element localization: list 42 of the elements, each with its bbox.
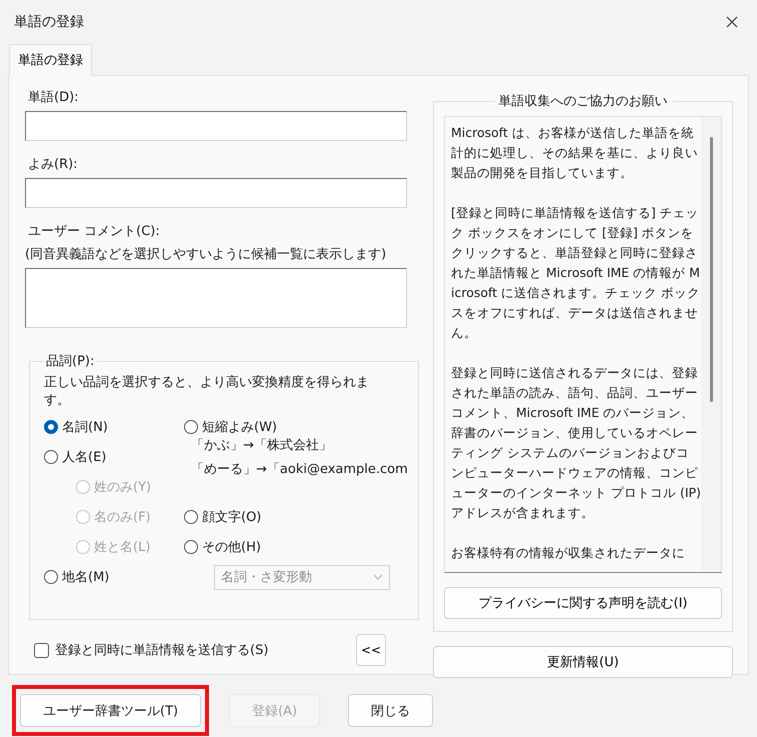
example-text: 「かぶ」→「株式会社」 bbox=[191, 437, 333, 454]
option-label: 名詞(N) bbox=[62, 419, 108, 436]
paragraph: Microsoft は、お客様が送信した単語を統計的に処理し、その結果を基に、より良い製品の開発を目指しています。 bbox=[451, 124, 699, 182]
input-field[interactable] bbox=[25, 111, 407, 141]
example-text: 「めーる」→「aoki@example.com bbox=[191, 461, 408, 478]
option-label: その他(H) bbox=[202, 539, 261, 556]
radio-option[interactable]: 短縮よみ(W) bbox=[184, 418, 408, 436]
option-label: 名のみ(F) bbox=[94, 509, 151, 526]
update-button[interactable]: 更新情報(U) bbox=[433, 646, 733, 678]
tab[interactable]: 単語の登録 bbox=[9, 44, 92, 76]
option-label: 人名(E) bbox=[62, 449, 106, 466]
description-text: 正しい品詞を選択すると、より高い変換精度を得られます。 bbox=[44, 374, 370, 410]
field-hint: (同音異義語などを選択しやすいように候補一覧に表示します) bbox=[25, 246, 388, 263]
scroll-thumb[interactable] bbox=[710, 137, 712, 402]
radio-option[interactable]: 顔文字(O) bbox=[184, 508, 408, 526]
close-icon bbox=[726, 16, 738, 28]
paragraph: 登録と同時に送信されるデータには、登録された単語の読み、語句、品詞、ユーザーコメント、Microsoft IME のバージョン、辞書のバージョン、使用しているオペレーティング システムのバージョンおよびコンピューターハードウェアの情報、コンピューターのインターネット プロトコル (IP) アドレスが含まれます。 bbox=[451, 364, 701, 522]
field-label: 単語(D): bbox=[27, 89, 80, 106]
paragraph: お客様特有の情報が収集されたデータに bbox=[451, 544, 686, 562]
dialog-button[interactable]: ユーザー辞書ツール(T) bbox=[20, 694, 202, 727]
field-label: ユーザー コメント(C): bbox=[27, 223, 161, 240]
field-label: よみ(R): bbox=[27, 156, 79, 173]
dialog-button[interactable]: 閉じる bbox=[348, 694, 434, 727]
collapse-button[interactable]: << bbox=[356, 634, 386, 666]
privacy-button[interactable]: プライバシーに関する声明を読む(I) bbox=[444, 587, 722, 619]
option-label: 姓と名(L) bbox=[94, 539, 150, 556]
window-title: 単語の登録 bbox=[14, 13, 84, 31]
radio-option[interactable]: 人名(E) bbox=[44, 448, 184, 466]
radio-option[interactable]: その他(H) bbox=[184, 538, 408, 556]
radio-option[interactable]: 地名(M) bbox=[44, 568, 184, 586]
group-title: 単語収集へのご協力のお願い bbox=[498, 93, 668, 110]
scrollbar[interactable] bbox=[701, 117, 721, 572]
option-label: 地名(M) bbox=[62, 569, 110, 586]
option-label: 短縮よみ(W) bbox=[202, 419, 277, 436]
group-title: 品詞(P): bbox=[45, 353, 96, 370]
chevron-down-icon bbox=[373, 574, 383, 580]
option-label: 顔文字(O) bbox=[202, 509, 262, 526]
radio-option[interactable]: 名詞(N) bbox=[44, 418, 184, 436]
input-field[interactable] bbox=[25, 178, 407, 208]
option-label: 姓のみ(Y) bbox=[94, 479, 152, 496]
paragraph: [登録と同時に単語情報を送信する] チェック ボックスをオンにして [登録] ボタンをクリックすると、単語登録と同時に登録された単語情報と Microsoft IME の情報が Microsoft に送信されます。チェック ボックスをオフにすれば、データは送信されません。 bbox=[451, 204, 701, 342]
comment-field[interactable] bbox=[25, 268, 407, 328]
